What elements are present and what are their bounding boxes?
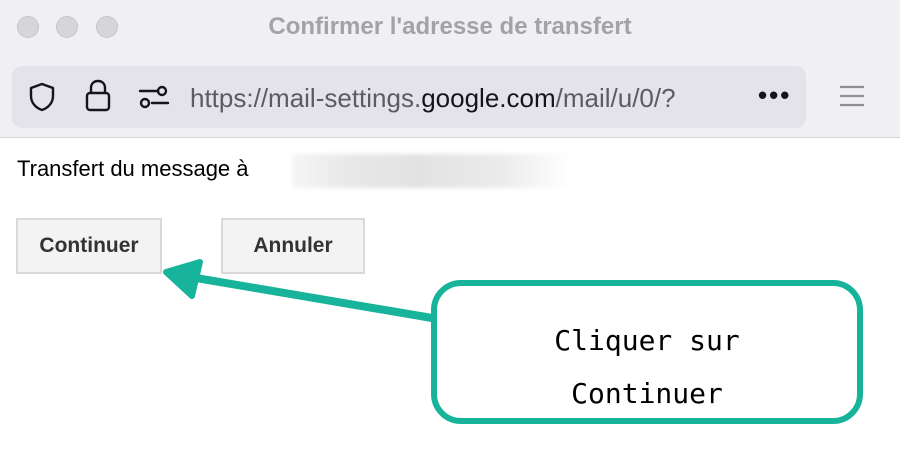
callout-line-2: Continuer bbox=[571, 377, 723, 410]
dialog-window: Confirmer l'adresse de transfert https:/… bbox=[0, 0, 900, 458]
callout-line-1: Cliquer sur bbox=[554, 324, 740, 357]
annotation-callout: Cliquer sur Continuer bbox=[431, 280, 863, 424]
